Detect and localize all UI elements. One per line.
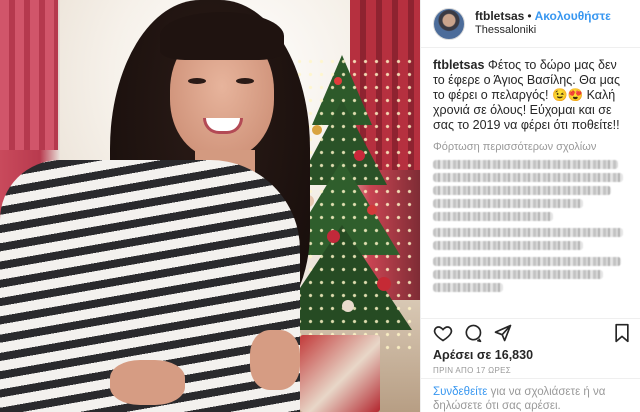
caption-username[interactable]: ftbletsas [433, 58, 484, 72]
login-prompt: Συνδεθείτε για να σχολιάσετε ή να δηλώσε… [421, 378, 640, 412]
hand-left [110, 360, 185, 405]
location-link[interactable]: Thessaloniki [475, 24, 611, 38]
post-caption: ftbletsas Φέτος το δώρο μας δεν το έφερε… [421, 48, 640, 133]
post-photo[interactable] [0, 0, 420, 412]
post-header: ftbletsas • Ακολουθήστε Thessaloniki [421, 0, 640, 48]
person-eye-right [236, 78, 254, 84]
hand-right [250, 330, 300, 390]
blurred-comment [433, 228, 628, 250]
blurred-comment [433, 257, 628, 292]
separator-dot: • [527, 9, 532, 24]
avatar[interactable] [433, 7, 465, 40]
blurred-comment [433, 160, 628, 221]
person-eye-left [188, 78, 206, 84]
share-icon[interactable] [493, 323, 513, 348]
username-link[interactable]: ftbletsas [475, 9, 524, 23]
photo-curtain-left [0, 0, 58, 150]
heart-icon[interactable] [433, 323, 453, 348]
load-more-comments-link[interactable]: Φόρτωση περισσότερων σχολίων [421, 133, 640, 153]
follow-button[interactable]: Ακολουθήστε [535, 9, 611, 23]
comment-icon[interactable] [463, 323, 483, 348]
bookmark-icon[interactable] [613, 323, 631, 348]
action-bar [421, 318, 640, 348]
post-timestamp: ΠΡΙΝ ΑΠΟ 17 ΩΡΕΣ [433, 366, 511, 375]
person-bangs [160, 12, 284, 60]
likes-count[interactable]: Αρέσει σε 16,830 [433, 348, 533, 362]
post-sidebar: ftbletsas • Ακολουθήστε Thessaloniki ftble… [420, 0, 640, 412]
gift-boxes [300, 335, 380, 412]
login-link[interactable]: Συνδεθείτε [433, 386, 487, 398]
